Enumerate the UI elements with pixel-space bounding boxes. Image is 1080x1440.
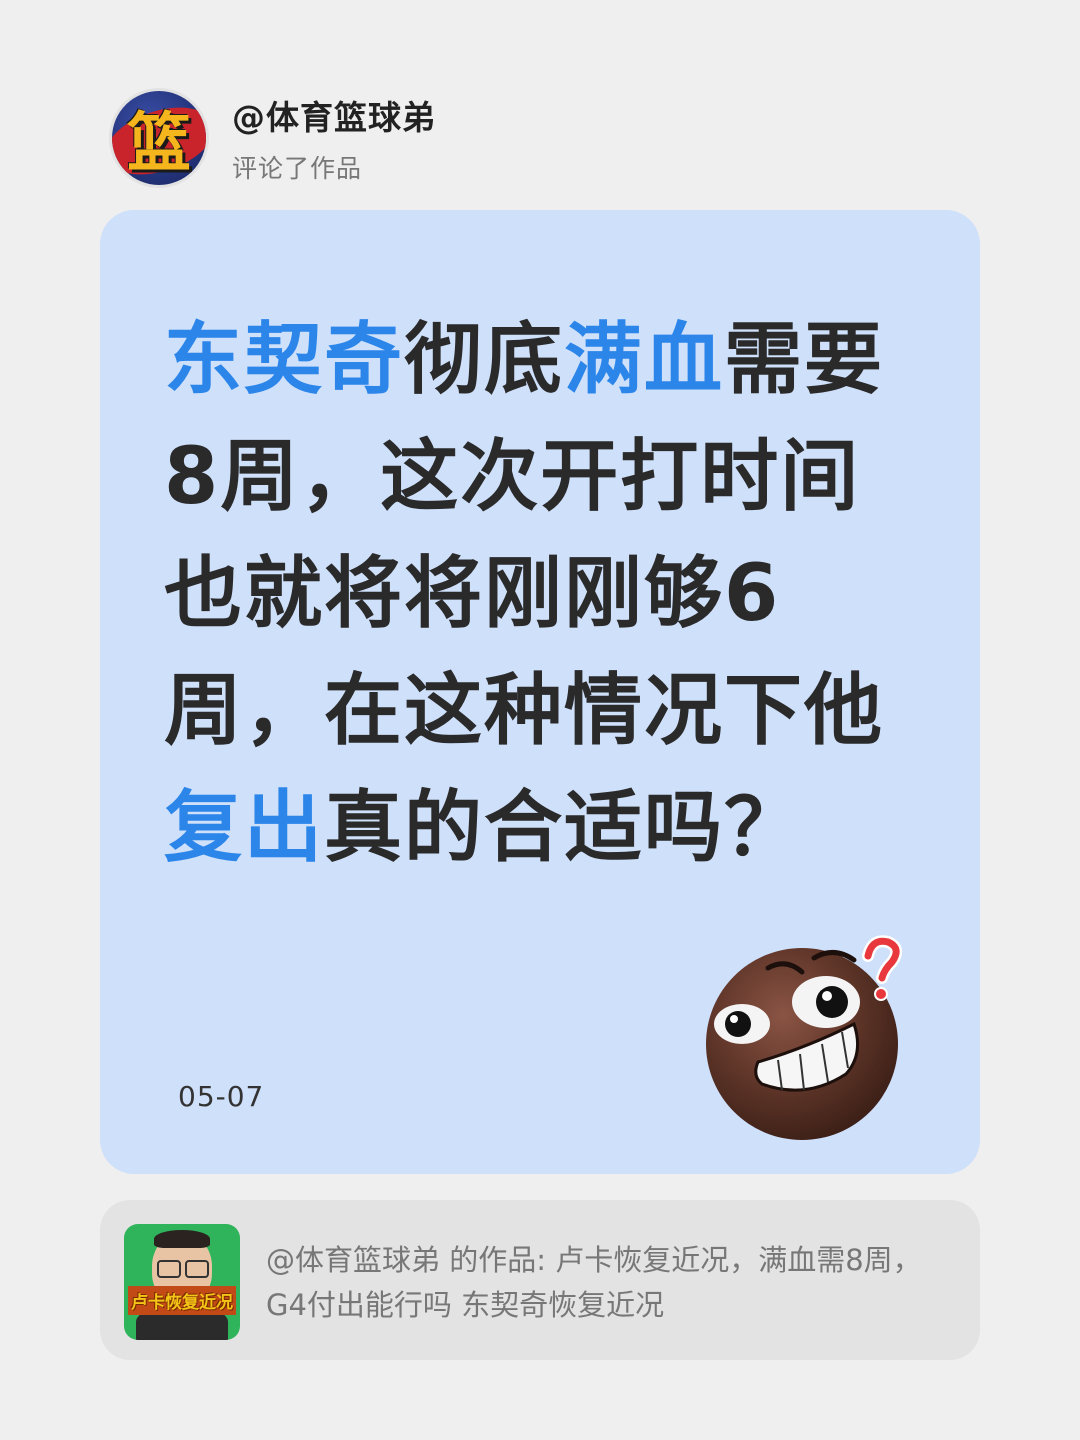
avatar-glyph: 篮 bbox=[127, 107, 191, 181]
comment-card: 东契奇彻底满血需要8周，这次开打时间也就将将刚刚够6周，在这种情况下他复出真的合… bbox=[100, 210, 980, 1174]
thumbnail-hair bbox=[154, 1230, 210, 1248]
thumbnail-caption: 卢卡恢复近况 bbox=[128, 1286, 236, 1315]
glasses-icon bbox=[185, 1260, 209, 1278]
video-thumbnail[interactable]: 卢卡恢复近况 bbox=[124, 1224, 240, 1340]
comment-segment: 东契奇 bbox=[164, 315, 405, 405]
referenced-video-card[interactable]: 卢卡恢复近况 @体育篮球弟 的作品: 卢卡恢复近况，满血需8周，G4付出能行吗 … bbox=[100, 1200, 980, 1360]
glasses-icon bbox=[157, 1260, 181, 1278]
thinking-grin-emoji bbox=[706, 935, 903, 1140]
comment-segment: 满血 bbox=[564, 315, 725, 405]
avatar[interactable]: 篮 bbox=[112, 91, 206, 185]
comment-segment: 彻底 bbox=[404, 315, 565, 405]
action-text: 评论了作品 bbox=[232, 154, 363, 183]
comment-header: 篮 @体育篮球弟 评论了作品 bbox=[112, 91, 436, 185]
referenced-video-text[interactable]: @体育篮球弟 的作品: 卢卡恢复近况，满血需8周，G4付出能行吗 东契奇恢复近况 bbox=[266, 1238, 926, 1328]
comment-segment: 真的合适吗？ bbox=[324, 783, 805, 873]
username[interactable]: @体育篮球弟 bbox=[232, 91, 436, 139]
comment-date: 05-07 bbox=[178, 1080, 265, 1113]
user-info: @体育篮球弟 评论了作品 bbox=[232, 91, 436, 185]
comment-segment: 复出 bbox=[164, 783, 325, 873]
comment-text: 东契奇彻底满血需要8周，这次开打时间也就将将刚刚够6周，在这种情况下他复出真的合… bbox=[164, 302, 924, 887]
